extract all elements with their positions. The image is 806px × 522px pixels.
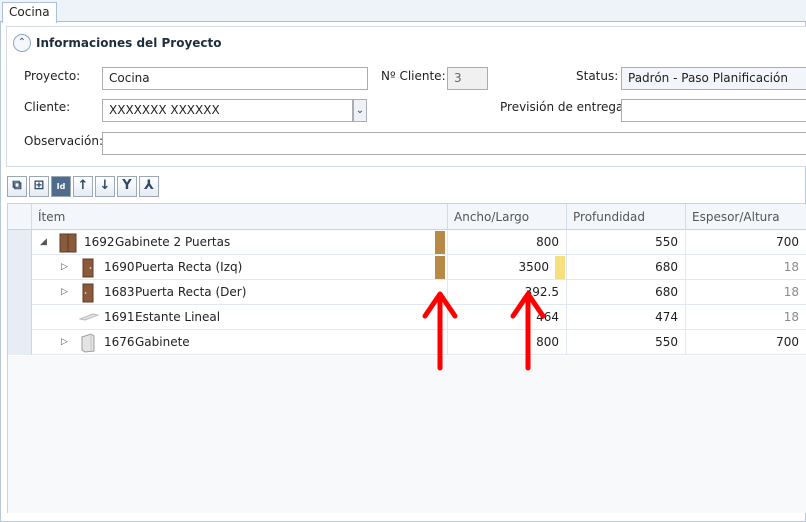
ancho-cell[interactable]: 800 (448, 230, 567, 255)
row-selector[interactable] (8, 280, 32, 305)
row-selector[interactable] (8, 255, 32, 280)
modified-highlight-marker (555, 256, 565, 279)
row-selector-header (8, 204, 32, 230)
document-tab-bar: Cocina (0, 0, 806, 23)
item-id: 1692 (84, 235, 115, 249)
item-id: 1676 (104, 335, 135, 349)
table-row[interactable]: ◢ 1692 Gabinete 2 Puertas 800 550 700 (8, 230, 806, 255)
proyecto-input[interactable]: Cocina (102, 67, 368, 90)
item-name: Estante Lineal (135, 310, 221, 324)
proyecto-label: Proyecto: (24, 69, 81, 83)
collapse-triangle-icon[interactable]: ◢ (40, 230, 47, 255)
prevision-label: Previsión de entrega: (500, 100, 628, 114)
group-add-icon[interactable]: ⧉ (7, 176, 27, 197)
ancho-value: 3500 (518, 260, 549, 274)
prevision-date-input[interactable] (621, 99, 806, 122)
column-header-profundidad[interactable]: Profundidad (567, 204, 686, 230)
status-select[interactable]: Padrón - Paso Planificación (621, 67, 806, 90)
item-id: 1690 (104, 260, 135, 274)
merge-icon[interactable]: Y (117, 176, 137, 197)
item-name: Gabinete (135, 335, 190, 349)
grid-empty-area (8, 356, 806, 513)
profundidad-cell[interactable]: 680 (567, 280, 686, 305)
move-up-icon[interactable]: ↑ (73, 176, 93, 197)
espesor-cell[interactable]: 700 (686, 230, 806, 255)
item-cell: 1691 Estante Lineal (32, 305, 448, 330)
column-header-ancho[interactable]: Ancho/Largo (448, 204, 567, 230)
profundidad-cell[interactable]: 680 (567, 255, 686, 280)
collapse-chevron-up-icon[interactable]: ⌃ (13, 34, 31, 52)
panel-title: Informaciones del Proyecto (36, 36, 222, 50)
door-icon (82, 258, 94, 278)
shelf-icon (79, 313, 99, 321)
row-selector[interactable] (8, 305, 32, 330)
item-cell: ▷ 1690 Puerta Recta (Izq) (32, 255, 448, 280)
cabinet-box-icon (81, 333, 95, 353)
table-row[interactable]: ▷ 1676 Gabinete 800 550 700 (8, 330, 806, 355)
cliente-no-label: Nº Cliente: (381, 69, 446, 83)
cabinet-icon (59, 233, 77, 253)
column-header-espesor[interactable]: Espesor/Altura (686, 204, 806, 230)
add-icon[interactable]: ⊞ (29, 176, 49, 197)
item-id: 1691 (104, 310, 135, 324)
expand-triangle-icon[interactable]: ▷ (61, 255, 68, 280)
material-color-swatch (435, 256, 445, 279)
item-cell: ◢ 1692 Gabinete 2 Puertas (32, 230, 448, 255)
row-selector[interactable] (8, 330, 32, 355)
profundidad-cell[interactable]: 550 (567, 330, 686, 355)
item-name: Gabinete 2 Puertas (115, 235, 231, 249)
ancho-cell[interactable]: 3500 (448, 255, 567, 280)
table-row[interactable]: ▷ 1690 Puerta Recta (Izq) 3500 680 18 (8, 255, 806, 280)
profundidad-cell[interactable]: 550 (567, 230, 686, 255)
espesor-cell[interactable]: 700 (686, 330, 806, 355)
cliente-label: Cliente: (24, 100, 71, 114)
cliente-dropdown-chevron-icon[interactable]: ⌄ (353, 99, 367, 122)
profundidad-cell[interactable]: 474 (567, 305, 686, 330)
item-cell: ▷ 1683 Puerta Recta (Der) (32, 280, 448, 305)
expand-triangle-icon[interactable]: ▷ (61, 330, 68, 355)
cliente-no-field: 3 (447, 67, 488, 90)
expand-triangle-icon[interactable]: ▷ (61, 280, 68, 305)
column-header-item[interactable]: Ítem (32, 204, 448, 230)
status-label: Status: (576, 69, 619, 83)
split-icon[interactable]: ⅄ (139, 176, 159, 197)
espesor-cell[interactable]: 18 (686, 255, 806, 280)
id-icon[interactable]: Id (51, 176, 71, 197)
project-info-panel: ⌃ Informaciones del Proyecto Proyecto: C… (6, 26, 806, 167)
cliente-input[interactable]: XXXXXXX XXXXXX (102, 99, 353, 122)
table-row[interactable]: 1691 Estante Lineal 464 474 18 (8, 305, 806, 330)
table-row[interactable]: ▷ 1683 Puerta Recta (Der) 392.5 680 18 (8, 280, 806, 305)
observacion-label: Observación: (24, 134, 104, 148)
item-id: 1683 (104, 285, 135, 299)
annotation-arrow-up-icon (422, 291, 458, 371)
item-name: Puerta Recta (Der) (135, 285, 247, 299)
item-name: Puerta Recta (Izq) (135, 260, 243, 274)
row-selector[interactable] (8, 230, 32, 255)
material-color-swatch (435, 231, 445, 254)
items-grid: Ítem Ancho/Largo Profundidad Espesor/Alt… (7, 203, 806, 513)
annotation-arrow-up-icon (510, 291, 546, 371)
espesor-cell[interactable]: 18 (686, 305, 806, 330)
item-cell: ▷ 1676 Gabinete (32, 330, 448, 355)
move-down-icon[interactable]: ↓ (95, 176, 115, 197)
observacion-input[interactable] (102, 132, 806, 155)
espesor-cell[interactable]: 18 (686, 280, 806, 305)
door-icon (82, 283, 94, 303)
tab-cocina[interactable]: Cocina (2, 2, 57, 23)
